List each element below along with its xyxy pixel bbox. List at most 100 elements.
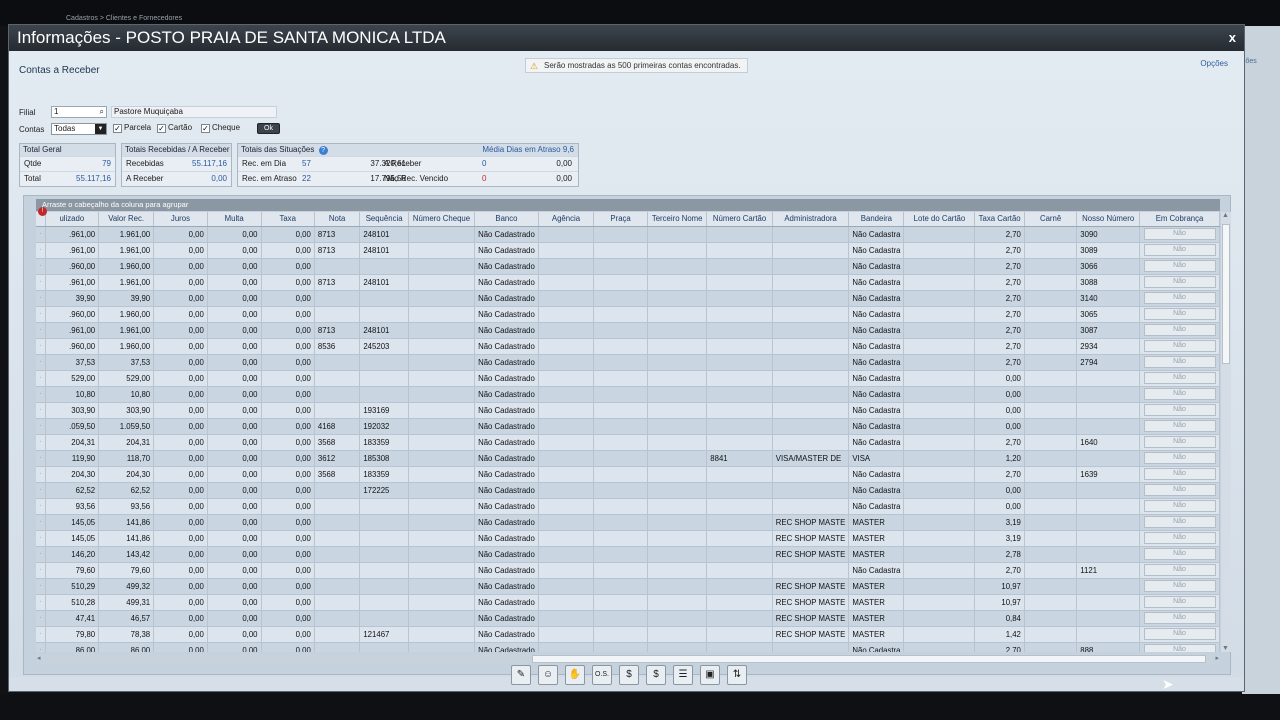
column-header[interactable]: Nota: [314, 212, 361, 227]
table-row[interactable]: · .961,00 1.961,00 0,00 0,00 0,00 8713 248101 Nã…: [36, 242, 1220, 259]
em-cobranca-badge[interactable]: Não: [1143, 356, 1216, 368]
row-indicator[interactable]: ·: [36, 642, 46, 652]
table-row[interactable]: · 79,80 78,38 0,00 0,00 0,00 121467 Não Cadastr…: [36, 626, 1220, 643]
em-cobranca-badge[interactable]: Não: [1143, 244, 1216, 256]
table-row[interactable]: · .960,00 1.960,00 0,00 0,00 0,00 8536 245203 Nã…: [36, 338, 1220, 355]
search-icon[interactable]: ⌕: [100, 107, 104, 117]
column-header[interactable]: Taxa: [261, 212, 315, 227]
em-cobranca-badge[interactable]: Não: [1143, 404, 1216, 416]
document-icon[interactable]: ☰: [673, 665, 693, 685]
table-row[interactable]: · .961,00 1.961,00 0,00 0,00 0,00 8713 248101 Nã…: [36, 322, 1220, 339]
em-cobranca-badge[interactable]: Não: [1143, 580, 1216, 592]
close-icon[interactable]: x: [1229, 25, 1236, 51]
row-indicator[interactable]: ·: [36, 530, 46, 547]
table-row[interactable]: · 529,00 529,00 0,00 0,00 0,00 Não Cadastrado N…: [36, 370, 1220, 387]
os-icon[interactable]: O.S.: [592, 665, 612, 685]
row-indicator[interactable]: ·: [36, 242, 46, 259]
filial-input[interactable]: 1 ⌕: [51, 106, 107, 118]
row-indicator[interactable]: ·: [36, 354, 46, 371]
em-cobranca-badge[interactable]: Não: [1143, 420, 1216, 432]
row-indicator[interactable]: ·: [36, 338, 46, 355]
scroll-right-icon[interactable]: ▸: [1215, 654, 1219, 662]
chevron-down-icon[interactable]: ▼: [95, 124, 106, 134]
column-header[interactable]: ulizado: [45, 212, 100, 227]
column-header[interactable]: Agência: [538, 212, 595, 227]
row-indicator[interactable]: ·: [36, 610, 46, 627]
contas-select[interactable]: Todas ▼: [51, 123, 107, 135]
em-cobranca-badge[interactable]: Não: [1143, 532, 1216, 544]
table-row[interactable]: · 79,60 79,60 0,00 0,00 0,00 Não Cadastrado Não…: [36, 562, 1220, 579]
row-indicator[interactable]: ·: [36, 370, 46, 387]
group-by-hint[interactable]: Arraste o cabeçalho da coluna para agrup…: [36, 199, 1220, 211]
money-in-icon[interactable]: $: [619, 665, 639, 685]
ok-button[interactable]: Ok: [257, 123, 280, 134]
horizontal-scroll-thumb[interactable]: [532, 655, 1206, 663]
table-row[interactable]: · 204,31 204,31 0,00 0,00 0,00 3568 183359 Não C…: [36, 434, 1220, 451]
table-row[interactable]: · .960,00 1.960,00 0,00 0,00 0,00 Não Cadastra…: [36, 306, 1220, 323]
row-indicator[interactable]: ·: [36, 434, 46, 451]
table-row[interactable]: · 145,05 141,86 0,00 0,00 0,00 Não Cadastrado R…: [36, 514, 1220, 531]
vertical-scrollbar[interactable]: ▲ ▼: [1221, 212, 1231, 652]
column-header[interactable]: Carnê: [1024, 212, 1078, 227]
em-cobranca-badge[interactable]: Não: [1143, 500, 1216, 512]
horizontal-scrollbar[interactable]: ◂ ▸: [36, 654, 1220, 664]
row-indicator[interactable]: ·: [36, 402, 46, 419]
em-cobranca-badge[interactable]: Não: [1143, 292, 1216, 304]
cartao-checkbox[interactable]: ✓ Cartão: [157, 122, 192, 134]
row-indicator[interactable]: ·: [36, 386, 46, 403]
column-header[interactable]: Valor Rec.: [98, 212, 155, 227]
options-link[interactable]: Opções: [1200, 59, 1228, 68]
row-indicator[interactable]: ·: [36, 274, 46, 291]
column-header[interactable]: Juros: [153, 212, 208, 227]
em-cobranca-badge[interactable]: Não: [1143, 548, 1216, 560]
em-cobranca-badge[interactable]: Não: [1143, 372, 1216, 384]
em-cobranca-badge[interactable]: Não: [1143, 468, 1216, 480]
row-indicator[interactable]: ·: [36, 418, 46, 435]
em-cobranca-badge[interactable]: Não: [1143, 564, 1216, 576]
table-row[interactable]: · 62,52 62,52 0,00 0,00 0,00 172225 Não Cadastr…: [36, 482, 1220, 499]
em-cobranca-badge[interactable]: Não: [1143, 340, 1216, 352]
checkbox-box[interactable]: ✓: [113, 124, 122, 133]
column-header[interactable]: Multa: [207, 212, 262, 227]
row-indicator[interactable]: ·: [36, 466, 46, 483]
row-indicator[interactable]: ·: [36, 258, 46, 275]
row-indicator[interactable]: ·: [36, 562, 46, 579]
em-cobranca-badge[interactable]: Não: [1143, 612, 1216, 624]
table-row[interactable]: · .059,50 1.059,50 0,00 0,00 0,00 4168 192032 Nã…: [36, 418, 1220, 435]
em-cobranca-badge[interactable]: Não: [1143, 308, 1216, 320]
row-indicator[interactable]: ·: [36, 322, 46, 339]
column-header[interactable]: Número Cartão: [706, 212, 773, 227]
transfer-icon[interactable]: ⇅: [727, 665, 747, 685]
table-row[interactable]: · 146,20 143,42 0,00 0,00 0,00 Não Cadastrado R…: [36, 546, 1220, 563]
column-header[interactable]: Praça: [593, 212, 649, 227]
hand-icon[interactable]: ✋: [565, 665, 585, 685]
row-indicator[interactable]: ·: [36, 482, 46, 499]
em-cobranca-badge[interactable]: Não: [1143, 516, 1216, 528]
em-cobranca-badge[interactable]: Não: [1143, 276, 1216, 288]
table-row[interactable]: · 93,56 93,56 0,00 0,00 0,00 Não Cadastrado Não…: [36, 498, 1220, 515]
column-header[interactable]: Lote do Cartão: [903, 212, 976, 227]
row-indicator[interactable]: ·: [36, 594, 46, 611]
row-indicator[interactable]: ·: [36, 498, 46, 515]
table-row[interactable]: · 510,29 499,32 0,00 0,00 0,00 Não Cadastrado R…: [36, 578, 1220, 595]
row-indicator[interactable]: ·: [36, 226, 46, 243]
column-header[interactable]: Administradora: [772, 212, 850, 227]
table-row[interactable]: · .961,00 1.961,00 0,00 0,00 0,00 8713 248101 Nã…: [36, 274, 1220, 291]
row-indicator[interactable]: ·: [36, 290, 46, 307]
table-row[interactable]: · 37,53 37,53 0,00 0,00 0,00 Não Cadastrado Não…: [36, 354, 1220, 371]
table-row[interactable]: · 39,90 39,90 0,00 0,00 0,00 Não Cadastrado Não…: [36, 290, 1220, 307]
em-cobranca-badge[interactable]: Não: [1143, 628, 1216, 640]
checkbox-box[interactable]: ✓: [201, 124, 210, 133]
em-cobranca-badge[interactable]: Não: [1143, 260, 1216, 272]
em-cobranca-badge[interactable]: Não: [1143, 452, 1216, 464]
row-indicator[interactable]: ·: [36, 546, 46, 563]
table-row[interactable]: · 145,05 141,86 0,00 0,00 0,00 Não Cadastrado R…: [36, 530, 1220, 547]
column-header[interactable]: Nosso Número: [1076, 212, 1141, 227]
edit-icon[interactable]: ✎: [511, 665, 531, 685]
table-row[interactable]: · 10,80 10,80 0,00 0,00 0,00 Não Cadastrado Não…: [36, 386, 1220, 403]
em-cobranca-badge[interactable]: Não: [1143, 596, 1216, 608]
column-header[interactable]: Taxa Cartão: [974, 212, 1025, 227]
row-indicator[interactable]: ·: [36, 450, 46, 467]
scroll-down-icon[interactable]: ▼: [1222, 645, 1229, 652]
table-row[interactable]: · 303,90 303,90 0,00 0,00 0,00 193169 Não Cadas…: [36, 402, 1220, 419]
